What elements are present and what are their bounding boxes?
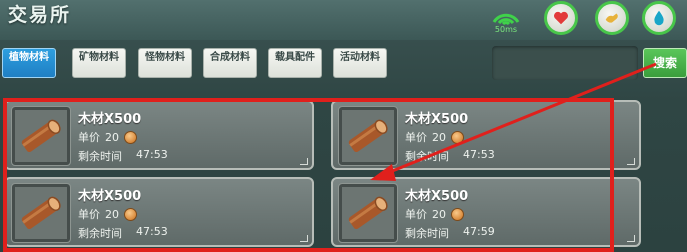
water-button[interactable] <box>642 1 676 35</box>
tab-event-materials[interactable]: 活动材料 <box>333 48 387 78</box>
water-drop-icon <box>654 10 664 26</box>
corner-mark <box>627 235 635 242</box>
search-input[interactable] <box>492 46 638 80</box>
header-bar: 交易所 50ms <box>0 0 687 40</box>
corner-mark <box>627 158 635 165</box>
tab-vehicle-parts[interactable]: 载具配件 <box>268 48 322 78</box>
tab-mineral-materials[interactable]: 矿物材料 <box>72 48 126 78</box>
heart-icon <box>553 11 569 25</box>
tab-monster-materials[interactable]: 怪物材料 <box>138 48 192 78</box>
trade-button[interactable] <box>595 1 629 35</box>
shake-hands-icon <box>605 13 618 23</box>
wifi-signal-icon <box>492 13 520 26</box>
ping-label: 50ms <box>494 25 518 34</box>
favorite-button[interactable] <box>544 1 578 35</box>
highlight-box <box>3 98 614 252</box>
tab-plant-materials[interactable]: 植物材料 <box>2 48 56 78</box>
page-title: 交易所 <box>8 4 72 26</box>
search-button[interactable]: 搜索 <box>643 48 687 78</box>
tab-crafting-materials[interactable]: 合成材料 <box>203 48 257 78</box>
network-signal: 50ms <box>488 6 524 36</box>
